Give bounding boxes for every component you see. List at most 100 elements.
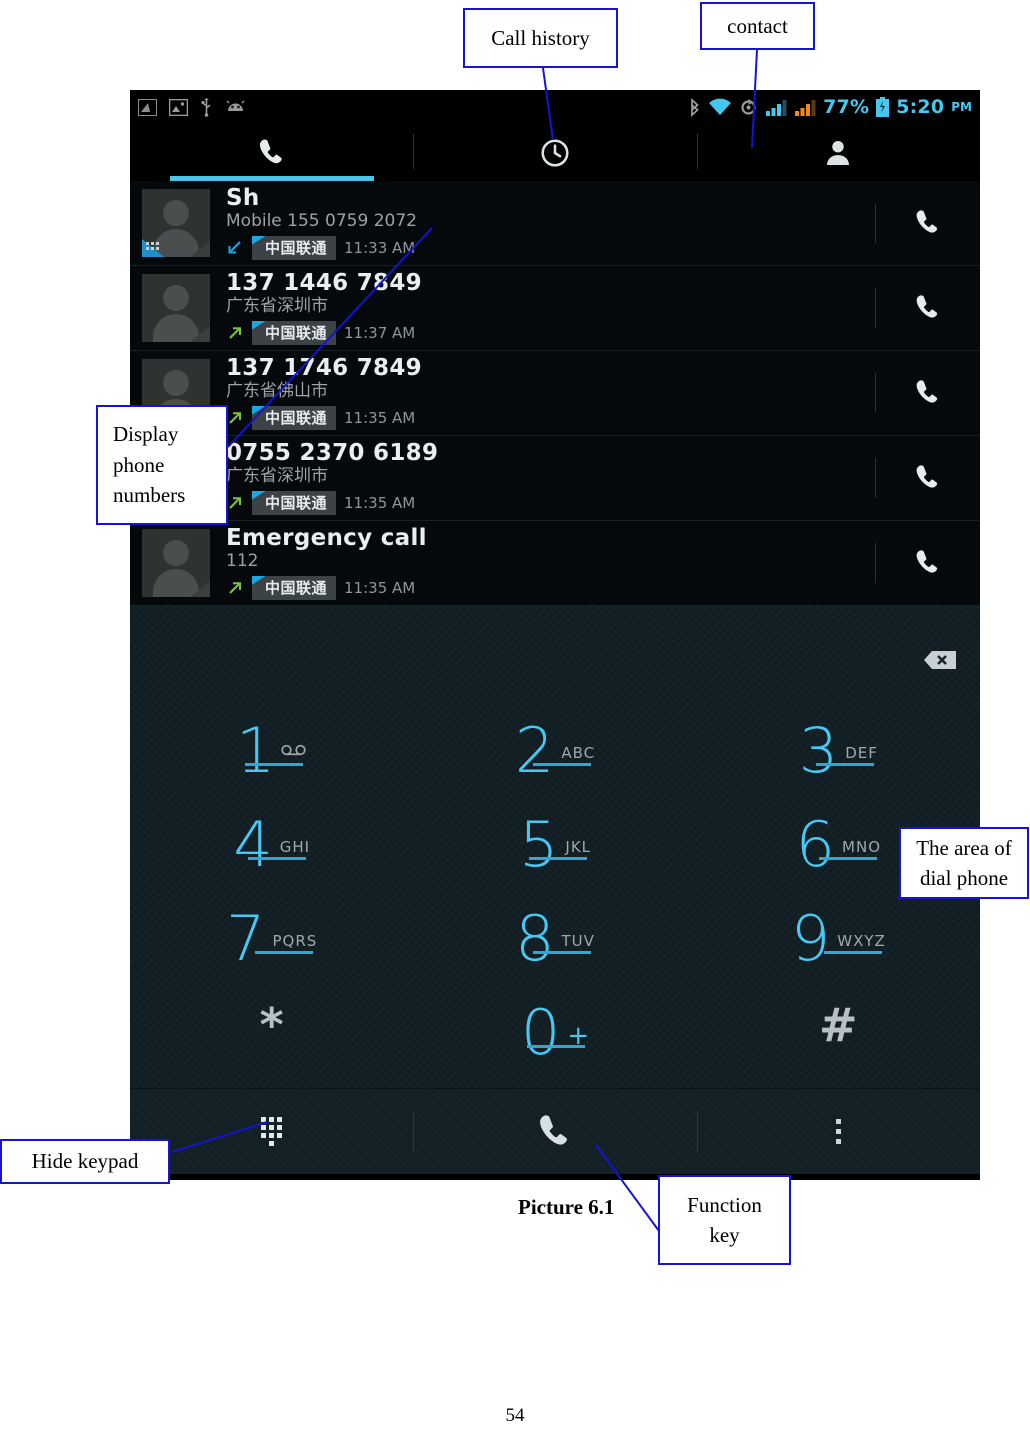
outgoing-call-arrow-icon — [229, 581, 241, 594]
call-log-time: 11:35 AM — [344, 578, 416, 597]
dialpad-key-hash[interactable]: # — [697, 988, 980, 1082]
dialpad-row: 7 PQRS 8 TUV 9 WXYZ — [130, 894, 980, 988]
table-row[interactable]: 137 1446 7849 广东省深圳市 中国联通 11:37 AM — [130, 266, 980, 351]
carrier-badge: 中国联通 — [252, 320, 337, 345]
call-log-text: 137 1746 7849 广东省佛山市 中国联通 11:35 AM — [210, 355, 875, 430]
dialpad-key-1[interactable]: 1 — [130, 706, 413, 800]
phone-call-icon — [916, 550, 937, 573]
call-log-time: 11:35 AM — [344, 493, 416, 512]
dialpad-key-0[interactable]: 0 + — [413, 988, 696, 1082]
incoming-call-arrow-icon — [228, 240, 241, 254]
voicemail-icon — [281, 744, 307, 756]
call-log-title: 137 1446 7849 — [226, 270, 422, 297]
dialpad-key-letters: PQRS — [272, 932, 318, 950]
table-row[interactable]: 0755 2370 6189 广东省深圳市 中国联通 11:35 AM — [130, 436, 980, 521]
callout-label: Hide keypad — [31, 1149, 139, 1174]
phone-call-icon — [916, 380, 937, 403]
callout-display-phone-numbers: Display phone numbers — [96, 405, 228, 525]
callout-label: contact — [727, 13, 788, 38]
dialpad-key-5[interactable]: 5 JKL — [413, 800, 696, 894]
dial-button[interactable] — [413, 1089, 696, 1174]
call-log-meta: 中国联通 11:35 AM — [226, 575, 875, 600]
clock-icon — [541, 138, 569, 167]
status-bar-left-icons — [130, 97, 246, 117]
status-bar: 77% 5:20 PM — [130, 90, 980, 124]
table-row[interactable]: Sh Mobile 155 0759 2072 中国联通 11:33 AM — [130, 181, 980, 266]
signal-sim2-icon — [795, 99, 816, 116]
overflow-menu-button[interactable] — [696, 1089, 980, 1174]
dialpad-key-9[interactable]: 9 WXYZ — [697, 894, 980, 988]
android-debug-icon — [226, 100, 245, 111]
call-back-button[interactable] — [875, 351, 980, 435]
tab-dialer[interactable] — [130, 124, 413, 181]
phone-call-icon — [916, 295, 937, 318]
phone-call-icon — [916, 465, 937, 488]
table-row[interactable]: Emergency call 112 中国联通 11:35 AM — [130, 521, 980, 606]
avatar — [142, 274, 210, 342]
avatar — [142, 189, 210, 257]
call-log-meta: 中国联通 11:35 AM — [226, 490, 875, 515]
dialpad-key-digit: * — [259, 998, 284, 1052]
dialpad-key-star[interactable]: * — [130, 988, 413, 1082]
carrier-badge: 中国联通 — [252, 490, 337, 515]
callout-function-key: Function key — [658, 1175, 791, 1265]
document-page: 77% 5:20 PM Sh Mobile 155 0759 2072 中国联通… — [0, 0, 1030, 1452]
call-log-title: Sh — [226, 185, 260, 212]
usb-icon — [201, 97, 211, 117]
call-back-button[interactable] — [875, 181, 980, 265]
dialpad-key-digit: # — [819, 998, 858, 1052]
dialpad-key-letters: MNO — [842, 838, 882, 856]
dialpad-key-letters: WXYZ — [837, 932, 886, 950]
call-back-button[interactable] — [875, 436, 980, 520]
call-log-subtitle: Mobile 155 0759 2072 — [226, 211, 417, 232]
dialpad-key-3[interactable]: 3 DEF — [697, 706, 980, 800]
dialpad-key-letters: DEF — [845, 744, 878, 762]
call-log-text: 0755 2370 6189 广东省深圳市 中国联通 11:35 AM — [210, 441, 875, 515]
dialpad-key-7[interactable]: 7 PQRS — [130, 894, 413, 988]
dialpad-key-digit: 3 — [798, 714, 839, 787]
dialpad-key-digit: 7 — [226, 902, 266, 975]
callout-label: Function key — [687, 1192, 762, 1247]
dialpad-row: 4 GHI 5 JKL 6 MNO — [130, 800, 980, 894]
phone-screenshot: 77% 5:20 PM Sh Mobile 155 0759 2072 中国联通… — [130, 90, 980, 1180]
dialpad-key-letters: GHI — [279, 838, 311, 856]
dialpad-key-letters: JKL — [565, 838, 592, 856]
tab-contacts[interactable] — [696, 124, 980, 181]
dialpad-key-8[interactable]: 8 TUV — [413, 894, 696, 988]
call-log-list: Sh Mobile 155 0759 2072 中国联通 11:33 AM 13… — [130, 181, 980, 606]
hide-keypad-button[interactable] — [130, 1089, 413, 1174]
call-back-button[interactable] — [875, 521, 980, 605]
dial-input-field[interactable] — [130, 606, 980, 706]
outgoing-call-arrow-icon — [229, 496, 241, 509]
figure-caption: Picture 6.1 — [518, 1195, 615, 1219]
backspace-delete-icon[interactable] — [912, 648, 958, 672]
dialpad-key-digit: 6 — [795, 808, 836, 881]
call-log-meta: 中国联通 11:35 AM — [226, 405, 875, 430]
dialpad-key-4[interactable]: 4 GHI — [130, 800, 413, 894]
dialpad-key-digit: 9 — [790, 902, 831, 975]
callout-hide-keypad: Hide keypad — [0, 1139, 170, 1184]
call-log-time: 11:33 AM — [344, 238, 416, 257]
wifi-icon — [709, 98, 732, 115]
call-log-title: 137 1746 7849 — [226, 355, 422, 382]
call-log-meta: 中国联通 11:33 AM — [226, 235, 875, 260]
dialpad-key-2[interactable]: 2 ABC — [413, 706, 696, 800]
dialpad-key-digit: 2 — [514, 714, 555, 787]
call-back-button[interactable] — [875, 266, 980, 350]
call-log-text: Sh Mobile 155 0759 2072 中国联通 11:33 AM — [210, 185, 875, 260]
status-bar-right-icons: 77% 5:20 PM — [688, 96, 980, 118]
table-row[interactable]: 137 1746 7849 广东省佛山市 中国联通 11:35 AM — [130, 351, 980, 436]
call-log-meta: 中国联通 11:37 AM — [226, 320, 875, 345]
dialpad-key-digit: 0 — [520, 996, 561, 1069]
call-log-time: 11:35 AM — [344, 408, 416, 427]
tab-call-history[interactable] — [413, 124, 696, 181]
function-bar — [130, 1088, 980, 1174]
outgoing-call-arrow-icon — [229, 411, 241, 424]
person-icon — [827, 140, 850, 165]
dialpad-key-digit: 4 — [233, 808, 273, 881]
callout-label: The area of dial phone — [916, 835, 1012, 890]
callout-label: Display phone numbers — [113, 422, 186, 508]
carrier-badge: 中国联通 — [252, 405, 337, 430]
dialpad-row: 1 2 ABC 3 DEF — [130, 706, 980, 800]
callout-area-of-dial-phone: The area of dial phone — [899, 827, 1029, 899]
